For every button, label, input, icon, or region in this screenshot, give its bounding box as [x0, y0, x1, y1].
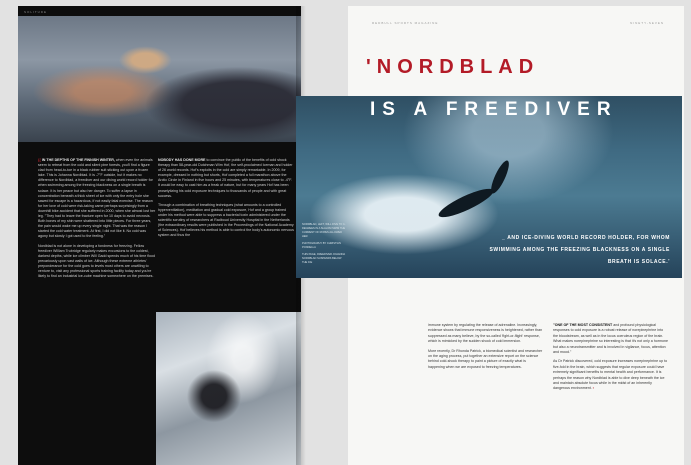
- caption: NORDBLAD, LEFT, WILL DIVE TO 4-DEGREES I…: [302, 223, 346, 238]
- ice-diver-photo: [156, 312, 301, 465]
- paragraph: immune system by regulating the release …: [428, 323, 543, 344]
- right-column-2: "ONE OF THE MOST CONSISTENT and profound…: [553, 323, 669, 396]
- diver-silhouette: [435, 183, 497, 223]
- end-mark: ▪: [591, 386, 595, 391]
- left-running-header: SOLITUDE: [24, 10, 48, 14]
- paragraph: Nordblad is not alone in developing a fo…: [38, 244, 156, 280]
- magazine-spread: SOLITUDE {{ IN THE DEPTHS OF THE FINNISH…: [0, 0, 691, 465]
- paragraph-lead: "ONE OF THE MOST CONSISTENT: [553, 323, 613, 327]
- paragraph-text: Through a combination of breathing techn…: [158, 202, 294, 238]
- paragraph-text: when even the animals seem to retreat fr…: [38, 158, 156, 239]
- photo-captions: NORDBLAD, LEFT, WILL DIVE TO 4-DEGREES I…: [302, 223, 346, 268]
- paragraph-lead: NOBODY HAS DONE MORE: [158, 158, 206, 162]
- paragraph-text: Nordblad is not alone in developing a fo…: [38, 243, 156, 279]
- diver-legs-silhouette: [487, 158, 513, 196]
- paragraph-text: and profound physiological responses to …: [553, 323, 668, 355]
- paragraph: As Dr Patrick discovered, cold exposure …: [553, 359, 669, 391]
- left-column-1: {{ IN THE DEPTHS OF THE FINNISH WINTER, …: [38, 158, 156, 283]
- paragraph: More recently, Dr Rhonda Patrick, a biom…: [428, 348, 543, 369]
- right-running-header-left: REDBULL SPORTS MAGAZINE: [372, 21, 439, 25]
- paragraph: Through a combination of breathing techn…: [158, 203, 294, 239]
- freediver-portrait-photo: [18, 16, 301, 142]
- paragraph-text: to convince the public of the benefits o…: [158, 158, 293, 198]
- paragraph: NOBODY HAS DONE MORE to convince the pub…: [158, 158, 294, 199]
- drop-mark: {{: [38, 158, 41, 162]
- caption: PHOTOGRAPHY BY CHRISTIAN PONDELLA: [302, 242, 341, 249]
- paragraph-lead: IN THE DEPTHS OF THE FINNISH WINTER,: [41, 158, 115, 162]
- pull-quote: _ AND ICE-DIVING WORLD RECORD HOLDER, FO…: [489, 235, 670, 265]
- headline-line-1: 'NORDBLAD: [366, 56, 540, 78]
- right-running-header-right: NINETY-SEVEN: [630, 21, 664, 25]
- left-page: SOLITUDE {{ IN THE DEPTHS OF THE FINNISH…: [18, 6, 301, 465]
- paragraph: {{ IN THE DEPTHS OF THE FINNISH WINTER, …: [38, 158, 156, 240]
- left-column-2: NOBODY HAS DONE MORE to convince the pub…: [158, 158, 294, 242]
- right-column-1: immune system by regulating the release …: [428, 323, 543, 374]
- paragraph: "ONE OF THE MOST CONSISTENT and profound…: [553, 323, 669, 355]
- paragraph-text: As Dr Patrick discovered, cold exposure …: [553, 359, 668, 391]
- caption: THIS PAGE, FREEDIVER JOHANNA NORDBLAD SU…: [302, 253, 345, 264]
- headline-line-2: IS A FREEDIVER: [370, 99, 618, 120]
